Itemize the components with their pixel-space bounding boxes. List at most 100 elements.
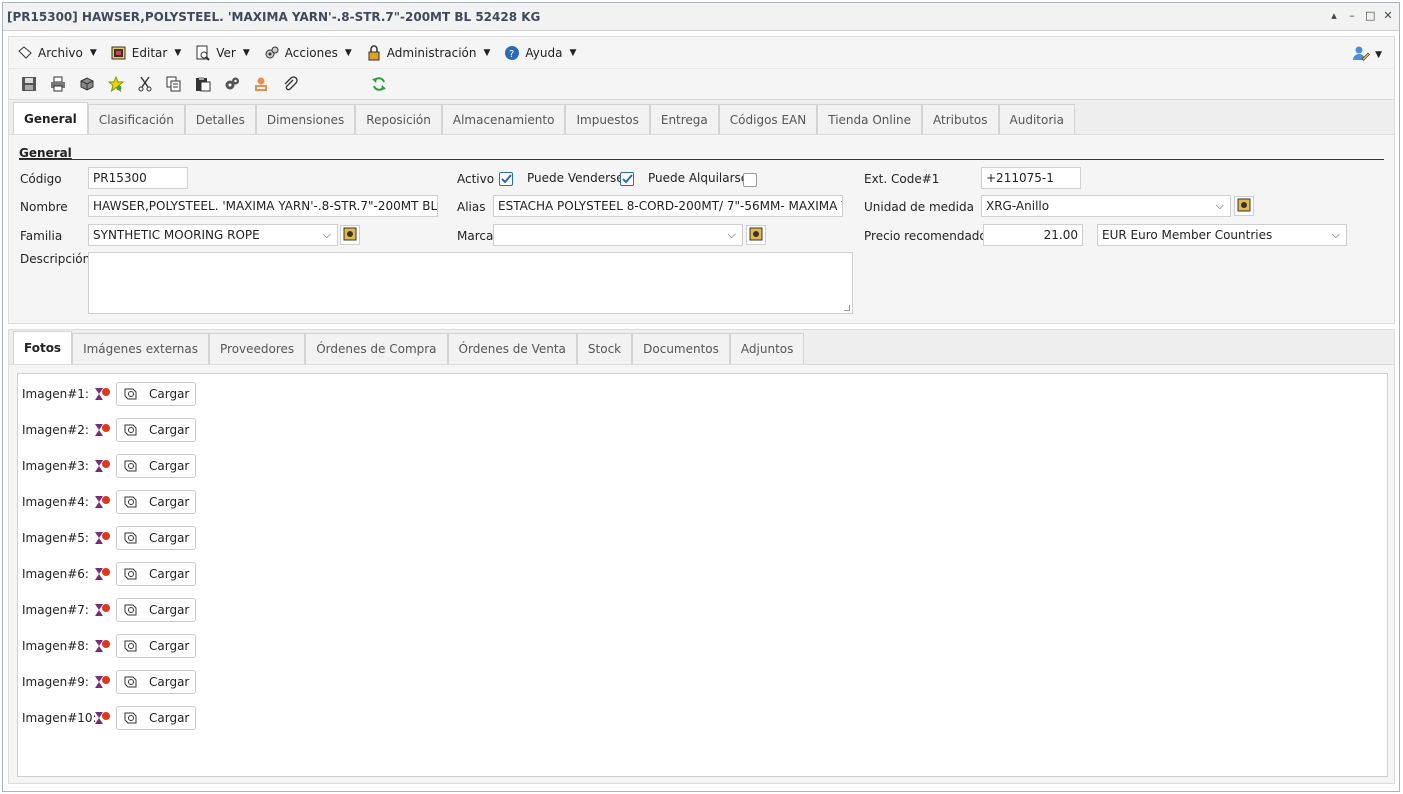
- cargar-label: Cargar: [149, 675, 190, 689]
- title-bar[interactable]: [PR15300] HAWSER,POLYSTEEL. 'MAXIMA YARN…: [3, 3, 1399, 31]
- delete-image-icon[interactable]: [94, 529, 112, 547]
- marca-lookup-button[interactable]: [746, 225, 766, 245]
- tab-clasificacion[interactable]: Clasificación: [87, 104, 185, 135]
- close-icon[interactable]: ✕: [1383, 9, 1393, 22]
- menu-ver[interactable]: Ver ▼: [195, 45, 250, 61]
- cut-icon[interactable]: [137, 76, 153, 92]
- delete-image-icon[interactable]: [94, 565, 112, 583]
- tab-reposicion[interactable]: Reposición: [355, 104, 442, 135]
- cargar-button[interactable]: Cargar: [116, 418, 196, 442]
- menu-administracion[interactable]: Administración ▼: [366, 44, 490, 61]
- collapse-icon[interactable]: ▴: [1329, 9, 1339, 22]
- cargar-label: Cargar: [149, 711, 190, 725]
- delete-image-icon[interactable]: [94, 601, 112, 619]
- tab-proveedores[interactable]: Proveedores: [209, 333, 306, 364]
- familia-label: Familia: [20, 229, 63, 243]
- cargar-button[interactable]: Cargar: [116, 598, 196, 622]
- menu-editar[interactable]: Editar ▼: [111, 45, 181, 61]
- image-row: Imagen#7: Cargar: [22, 597, 196, 623]
- user-stack-icon[interactable]: [253, 76, 269, 92]
- minimize-icon[interactable]: –: [1347, 9, 1357, 22]
- precio-field[interactable]: 21.00: [983, 224, 1083, 246]
- maximize-icon[interactable]: □: [1365, 9, 1375, 22]
- tab-tienda-online[interactable]: Tienda Online: [817, 104, 923, 135]
- section-divider: [19, 159, 1384, 160]
- ext-code-field[interactable]: +211075-1: [981, 167, 1081, 189]
- tab-atributos[interactable]: Atributos: [922, 104, 999, 135]
- box-icon[interactable]: [79, 76, 95, 92]
- delete-image-icon[interactable]: [94, 493, 112, 511]
- paste-icon[interactable]: [195, 76, 211, 92]
- familia-select[interactable]: SYNTHETIC MOORING ROPE ⌵: [88, 224, 338, 246]
- descripcion-textarea[interactable]: [88, 252, 853, 314]
- upload-icon: [123, 603, 137, 617]
- delete-image-icon[interactable]: [94, 421, 112, 439]
- tab-impuestos[interactable]: Impuestos: [565, 104, 650, 135]
- star-icon[interactable]: [108, 76, 124, 92]
- activo-checkbox[interactable]: [499, 172, 513, 186]
- copy-icon[interactable]: [166, 76, 182, 92]
- delete-image-icon[interactable]: [94, 385, 112, 403]
- unidad-lookup-button[interactable]: [1234, 196, 1254, 216]
- upload-icon: [123, 567, 137, 581]
- delete-image-icon[interactable]: [94, 709, 112, 727]
- attach-icon[interactable]: [282, 76, 298, 92]
- image-row-label: Imagen#10:: [22, 711, 97, 725]
- marca-select[interactable]: ⌵: [493, 224, 743, 246]
- tab-fotos[interactable]: Fotos: [13, 331, 73, 364]
- menu-acciones[interactable]: Acciones ▼: [264, 45, 352, 61]
- general-panel: General Código PR15300 Nombre HAWSER,POL…: [8, 134, 1395, 324]
- tab-ordenes-venta[interactable]: Órdenes de Venta: [447, 333, 577, 364]
- cargar-button[interactable]: Cargar: [116, 490, 196, 514]
- cargar-button[interactable]: Cargar: [116, 454, 196, 478]
- descripcion-label: Descripción: [20, 252, 91, 266]
- delete-image-icon[interactable]: [94, 457, 112, 475]
- tab-stock[interactable]: Stock: [576, 333, 633, 364]
- menu-archivo[interactable]: Archivo ▼: [17, 45, 97, 61]
- tab-codigos-ean[interactable]: Códigos EAN: [718, 104, 818, 135]
- image-row: Imagen#1: Cargar: [22, 381, 196, 407]
- tab-detalles[interactable]: Detalles: [184, 104, 256, 135]
- alias-field[interactable]: ESTACHA POLYSTEEL 8-CORD-200MT/ 7"-56MM-…: [493, 195, 843, 217]
- tab-dimensiones[interactable]: Dimensiones: [255, 104, 356, 135]
- delete-image-icon[interactable]: [94, 673, 112, 691]
- cargar-button[interactable]: Cargar: [116, 670, 196, 694]
- print-icon[interactable]: [50, 76, 66, 92]
- puede-alquilarse-checkbox[interactable]: [743, 173, 757, 187]
- user-menu[interactable]: ▼: [1352, 45, 1382, 64]
- resize-handle[interactable]: [844, 305, 850, 311]
- menu-acciones-label: Acciones: [284, 45, 338, 60]
- moneda-select[interactable]: EUR Euro Member Countries ⌵: [1097, 224, 1347, 246]
- detail-tabs: Fotos Imágenes externas Proveedores Órde…: [8, 329, 1395, 364]
- unidad-select[interactable]: XRG-Anillo ⌵: [981, 195, 1231, 217]
- menu-bar: Archivo ▼ Editar ▼ Ver ▼ Acciones ▼ Admi…: [8, 36, 1395, 68]
- tab-entrega[interactable]: Entrega: [649, 104, 719, 135]
- cargar-label: Cargar: [149, 639, 190, 653]
- gears-icon[interactable]: [224, 76, 240, 92]
- cargar-button[interactable]: Cargar: [116, 526, 196, 550]
- familia-lookup-button[interactable]: [340, 225, 360, 245]
- refresh-icon[interactable]: [371, 76, 387, 92]
- tab-imagenes-externas[interactable]: Imágenes externas: [72, 333, 210, 364]
- image-row: Imagen#3: Cargar: [22, 453, 196, 479]
- delete-image-icon[interactable]: [94, 637, 112, 655]
- save-icon[interactable]: [21, 76, 37, 92]
- chevron-down-icon: ▼: [89, 47, 97, 58]
- tab-ordenes-compra[interactable]: Órdenes de Compra: [305, 333, 448, 364]
- tab-auditoria[interactable]: Auditoria: [998, 104, 1075, 135]
- cargar-button[interactable]: Cargar: [116, 634, 196, 658]
- cargar-label: Cargar: [149, 603, 190, 617]
- puede-venderse-checkbox[interactable]: [620, 172, 634, 186]
- tab-documentos[interactable]: Documentos: [632, 333, 730, 364]
- cargar-button[interactable]: Cargar: [116, 706, 196, 730]
- tab-almacenamiento[interactable]: Almacenamiento: [441, 104, 566, 135]
- codigo-field[interactable]: PR15300: [88, 167, 188, 189]
- cargar-button[interactable]: Cargar: [116, 382, 196, 406]
- cargar-button[interactable]: Cargar: [116, 562, 196, 586]
- upload-icon: [123, 675, 137, 689]
- image-row-label: Imagen#6:: [22, 567, 89, 581]
- tab-general[interactable]: General: [13, 102, 88, 135]
- menu-ayuda[interactable]: ? Ayuda ▼: [504, 45, 576, 61]
- nombre-field[interactable]: HAWSER,POLYSTEEL. 'MAXIMA YARN'-.8-STR.7…: [88, 195, 438, 217]
- tab-adjuntos[interactable]: Adjuntos: [729, 333, 805, 364]
